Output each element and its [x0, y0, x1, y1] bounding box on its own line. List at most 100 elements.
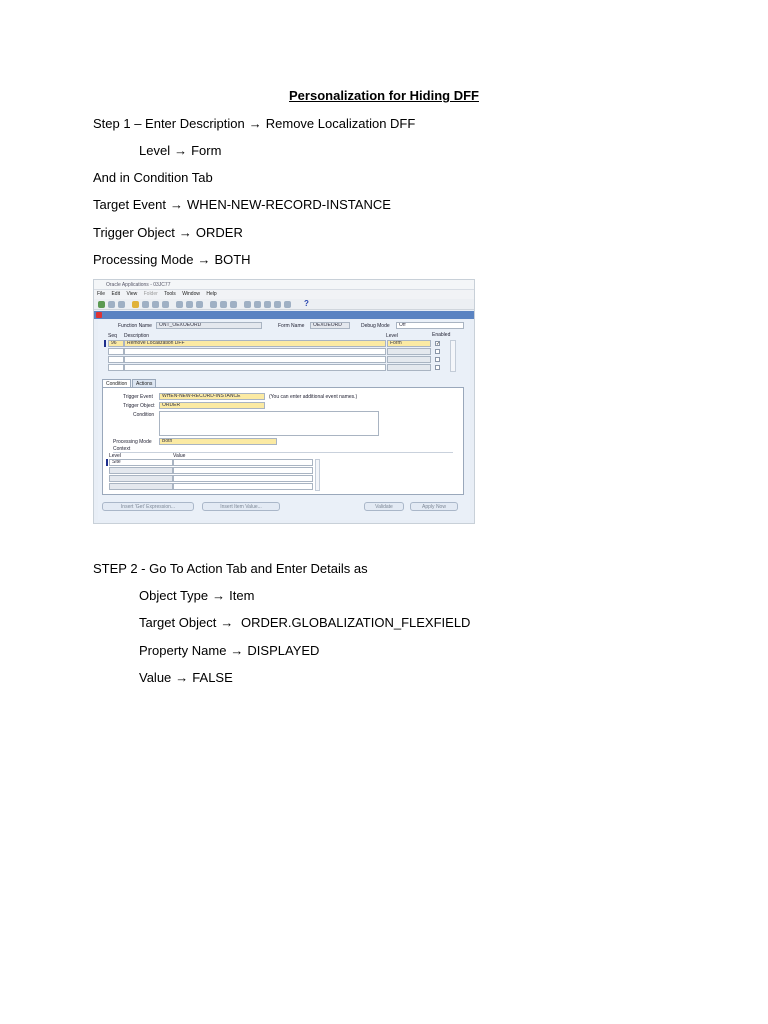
row4-description[interactable] [124, 364, 386, 371]
target-event-line: Target Event → WHEN-NEW-RECORD-INSTANCE [93, 197, 391, 213]
edit-icon[interactable] [244, 301, 251, 308]
property-name-value: DISPLAYED [247, 643, 320, 658]
context-level-row4[interactable] [109, 483, 173, 490]
nav-icon[interactable] [142, 301, 149, 308]
tab-condition[interactable]: Condition [102, 379, 132, 387]
processing-mode-label: Processing Mode [93, 252, 194, 267]
toolbar: ? [94, 299, 474, 310]
menu-bar: File Edit View Folder Tools Window Help [94, 290, 474, 299]
trigger-object-line: Trigger Object → ORDER [93, 225, 243, 241]
debug-mode-select[interactable]: Off [396, 322, 464, 329]
menu-view[interactable]: View [126, 291, 137, 297]
row4-level[interactable] [387, 364, 431, 371]
close-icon[interactable] [96, 312, 102, 318]
paste-icon[interactable] [196, 301, 203, 308]
condition-label: Condition [133, 412, 155, 418]
seq-header: Seq [108, 333, 117, 339]
apply-now-button[interactable]: Apply Now [410, 502, 458, 511]
help-icon[interactable]: ? [304, 299, 309, 308]
cut-icon[interactable] [176, 301, 183, 308]
arrow-icon: → [197, 252, 211, 267]
translate-icon[interactable] [162, 301, 169, 308]
object-type-label: Object Type [139, 588, 209, 603]
trigger-object-label: Trigger Object [123, 403, 155, 409]
enabled-header: Enabled [432, 332, 451, 338]
condition-tab-line: And in Condition Tab [93, 170, 213, 185]
target-event-value: WHEN-NEW-RECORD-INSTANCE [187, 197, 391, 212]
context-value-row3[interactable] [173, 475, 313, 482]
menu-file[interactable]: File [97, 291, 105, 297]
row3-seq[interactable] [108, 356, 124, 363]
context-record-marker [106, 459, 108, 466]
form-name-field[interactable]: OEXOEORD [310, 322, 350, 329]
window-titlebar: Oracle Applications - 03JC77 [94, 280, 474, 290]
arrow-icon: → [175, 670, 189, 685]
context-level-row2[interactable] [109, 467, 173, 474]
row4-enabled-checkbox[interactable] [435, 365, 440, 370]
form-titlebar [94, 311, 474, 319]
validate-button[interactable]: Validate [364, 502, 404, 511]
window-icon[interactable] [274, 301, 281, 308]
object-type-value: Item [229, 588, 255, 603]
row1-seq[interactable]: 96 [108, 340, 124, 347]
insert-item-value-button[interactable]: Insert Item Value... [202, 502, 280, 511]
trigger-event-select[interactable]: WHEN-NEW-RECORD-INSTANCE [159, 393, 265, 400]
zoom-icon[interactable] [152, 301, 159, 308]
find-icon[interactable] [132, 301, 139, 308]
menu-help[interactable]: Help [206, 291, 216, 297]
menu-window[interactable]: Window [182, 291, 200, 297]
level-header: Level [386, 333, 398, 339]
save-icon[interactable] [108, 301, 115, 308]
tab-actions[interactable]: Actions [132, 379, 157, 387]
row2-seq[interactable] [108, 348, 124, 355]
context-value-row4[interactable] [173, 483, 313, 490]
attach-icon[interactable] [210, 301, 217, 308]
row3-level[interactable] [387, 356, 431, 363]
menu-edit[interactable]: Edit [111, 291, 120, 297]
step2-line: STEP 2 - Go To Action Tab and Enter Deta… [93, 561, 368, 576]
value-label: Value [139, 670, 172, 685]
value-value: FALSE [192, 670, 233, 685]
arrow-icon: → [230, 643, 244, 658]
print-icon[interactable] [118, 301, 125, 308]
delete-icon[interactable] [230, 301, 237, 308]
row3-enabled-checkbox[interactable] [435, 357, 440, 362]
description-header: Description [124, 333, 150, 339]
arrow-icon: → [220, 615, 234, 630]
row2-description[interactable] [124, 348, 386, 355]
context-level-select[interactable]: Site [109, 459, 173, 466]
arrow-icon: → [174, 143, 188, 158]
arrow-icon: → [212, 588, 226, 603]
folder-tool-icon[interactable] [284, 301, 291, 308]
form-panel: Function Name ONT_OEXOEORD Form Name OEX… [98, 320, 470, 520]
context-level-row3[interactable] [109, 475, 173, 482]
menu-tools[interactable]: Tools [164, 291, 176, 297]
row2-level[interactable] [387, 348, 431, 355]
open-icon[interactable] [98, 301, 105, 308]
copy-icon[interactable] [186, 301, 193, 308]
row4-seq[interactable] [108, 364, 124, 371]
insert-get-expression-button[interactable]: Insert 'Get' Expression... [102, 502, 194, 511]
target-object-value: ORDER.GLOBALIZATION_FLEXFIELD [240, 615, 471, 630]
target-event-label: Target Event [93, 197, 166, 212]
trigger-object-field[interactable]: ORDER [159, 402, 265, 409]
context-value-row2[interactable] [173, 467, 313, 474]
context-scrollbar[interactable] [315, 459, 320, 491]
wizard-icon[interactable] [264, 301, 271, 308]
processing-mode-select[interactable]: Both [159, 438, 277, 445]
arrow-icon: → [170, 197, 183, 212]
menu-folder[interactable]: Folder [144, 291, 158, 297]
row3-description[interactable] [124, 356, 386, 363]
document-title: Personalization for Hiding DFF [289, 88, 479, 103]
folder-icon[interactable] [220, 301, 227, 308]
function-name-field[interactable]: ONT_OEXOEORD [156, 322, 262, 329]
step1-value: Remove Localization DFF [265, 116, 416, 131]
row2-enabled-checkbox[interactable] [435, 349, 440, 354]
condition-textarea[interactable] [159, 411, 379, 436]
row1-level[interactable]: Form [387, 340, 431, 347]
context-value-field[interactable] [173, 459, 313, 466]
rows-scrollbar[interactable] [450, 340, 456, 372]
row1-description[interactable]: Remove Localization DFF [124, 340, 386, 347]
row1-enabled-checkbox[interactable]: ✓ [435, 341, 440, 347]
record-icon[interactable] [254, 301, 261, 308]
